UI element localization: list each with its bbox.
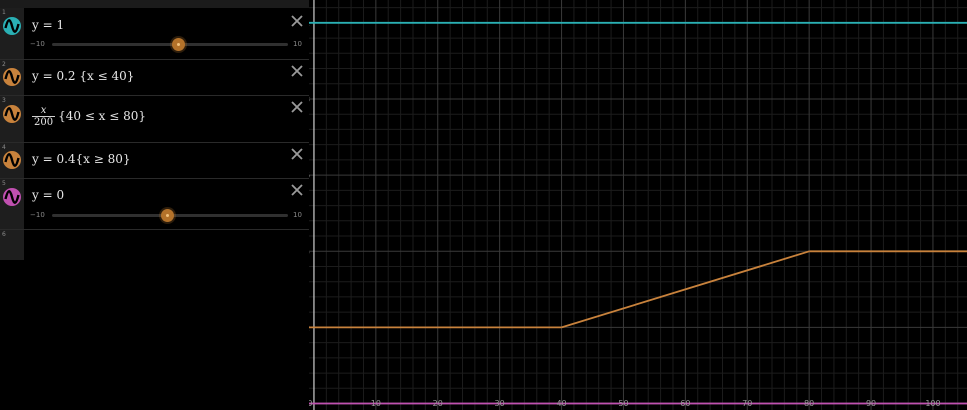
slider-track[interactable] (52, 43, 288, 46)
domain-restriction: {40 ≤ x ≤ 80} (58, 109, 147, 123)
graph-paper[interactable]: 0 10 20 30 40 50 60 70 80 90 100 0.2 0.4 0.6 0.8 1 (309, 0, 967, 410)
expression-gutter: 1 (0, 8, 24, 59)
expression-input[interactable]: y = 0.2 {x ≤ 40} (32, 69, 134, 83)
close-icon[interactable] (290, 64, 304, 78)
expression-number: 1 (2, 9, 6, 16)
expression-gutter: 3 (0, 96, 24, 142)
expression-row-1[interactable]: 1 y = 1 −10 10 (0, 8, 309, 60)
y-tick-label: 0.2 (309, 323, 310, 332)
x-tick-label: 60 (680, 399, 690, 408)
slider-min-label: −10 (30, 211, 45, 219)
x-tick-label: 20 (433, 399, 443, 408)
expression-gutter: 2 (0, 60, 24, 95)
graph-color-icon[interactable] (2, 67, 22, 87)
expression-gutter: 5 (0, 179, 24, 229)
close-icon[interactable] (290, 183, 304, 197)
expression-number: 6 (2, 231, 6, 238)
slider-handle[interactable] (172, 38, 185, 51)
graph-color-icon[interactable] (2, 150, 22, 170)
expression-input[interactable]: y = 0 (32, 188, 64, 202)
major-gridlines (309, 0, 967, 410)
close-icon[interactable] (290, 14, 304, 28)
expression-input[interactable]: y = 0.4{x ≥ 80} (32, 152, 131, 166)
expression-row-5[interactable]: 5 y = 0 −10 10 (0, 179, 309, 230)
top-toolbar (0, 0, 309, 8)
x-tick-label: 30 (495, 399, 505, 408)
expression-input[interactable]: y = 1 (32, 18, 64, 32)
y-tick-label: 1 (309, 19, 310, 28)
expression-row-2[interactable]: 2 y = 0.2 {x ≤ 40} (0, 60, 309, 96)
y-tick-label: 0.8 (309, 95, 310, 104)
x-tick-label: 80 (804, 399, 814, 408)
fraction-numerator: x (32, 105, 56, 117)
expression-row-3[interactable]: 3 x 200 {40 ≤ x ≤ 80} (0, 96, 309, 143)
x-tick-label: 40 (556, 399, 566, 408)
expression-row-4[interactable]: 4 y = 0.4{x ≥ 80} (0, 143, 309, 179)
expression-input[interactable]: x 200 {40 ≤ x ≤ 80} (32, 105, 146, 128)
fraction: x 200 (32, 105, 56, 128)
plotted-curves (309, 21, 967, 405)
graph-color-icon[interactable] (2, 16, 22, 36)
expression-number: 5 (2, 180, 6, 187)
axes (309, 0, 967, 410)
new-expression-row[interactable]: 6 (0, 230, 24, 260)
graph-color-icon[interactable] (2, 104, 22, 124)
x-tick-label: 90 (866, 399, 876, 408)
close-icon[interactable] (290, 147, 304, 161)
graph-color-icon[interactable] (2, 187, 22, 207)
expression-gutter: 4 (0, 143, 24, 178)
x-tick-label: 70 (742, 399, 752, 408)
y-tick-label: 0.4 (309, 247, 310, 256)
close-icon[interactable] (290, 100, 304, 114)
minor-gridlines (309, 0, 967, 410)
slider-max-label: 10 (293, 211, 302, 219)
x-tick-label: 100 (925, 399, 940, 408)
expression-list: 1 y = 1 −10 10 2 y = 0.2 {x ≤ 40} 3 x 20… (0, 0, 309, 410)
slider-max-label: 10 (293, 40, 302, 48)
slider-min-label: −10 (30, 40, 45, 48)
fraction-denominator: 200 (34, 117, 54, 128)
x-tick-label: 10 (371, 399, 381, 408)
y-tick-label: 0.6 (309, 171, 310, 180)
x-tick-label: 50 (618, 399, 628, 408)
slider-handle[interactable] (161, 209, 174, 222)
x-tick-label: 0 (309, 399, 312, 408)
expression-number: 3 (2, 97, 6, 104)
